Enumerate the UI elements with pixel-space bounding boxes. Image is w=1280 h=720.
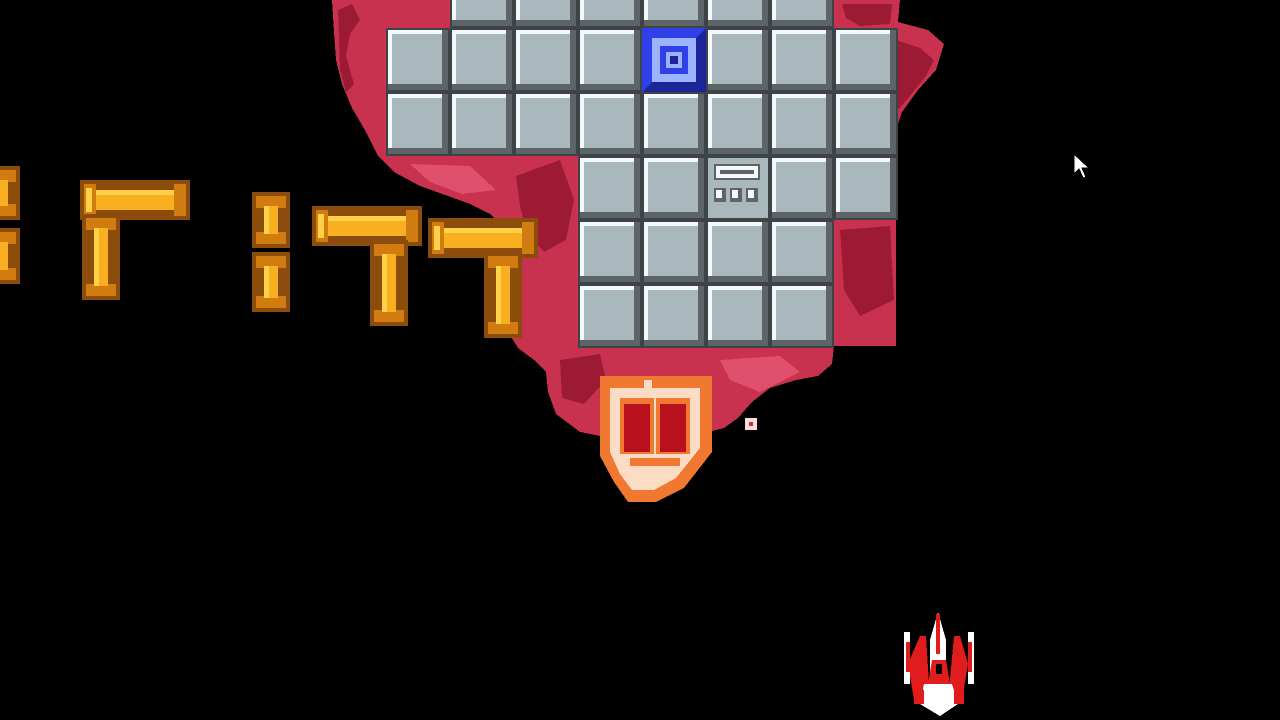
fortress-tile: [578, 0, 642, 28]
fortress-tile: [706, 28, 770, 92]
fortress-tile: [642, 0, 706, 28]
fortress-tile: [706, 220, 770, 284]
enemy-bullet-icon: [745, 418, 757, 430]
game-scene: [0, 0, 1280, 720]
fortress-tile: [578, 92, 642, 156]
fortress-tile: [770, 156, 834, 220]
fortress-tile: [834, 156, 898, 220]
ground-panel-icon: [708, 158, 768, 218]
fortress-tile: [578, 220, 642, 284]
fortress-tile: [450, 0, 514, 28]
fortress-tile: [450, 28, 514, 92]
fortress-tile: [770, 220, 834, 284]
fortress-tile: [642, 156, 706, 220]
game-screen[interactable]: [0, 0, 1280, 720]
fortress-tile: [578, 156, 642, 220]
fortress-tile: [706, 284, 770, 348]
fortress-tile: [514, 92, 578, 156]
fortress-tile: [578, 28, 642, 92]
fortress-tile: [450, 92, 514, 156]
fortress-tile: [386, 28, 450, 92]
fortress-tile: [386, 92, 450, 156]
gold-cross-enemy-icon[interactable]: [252, 192, 290, 312]
fortress-tile: [834, 28, 898, 92]
fortress-tile: [770, 28, 834, 92]
fortress-tile: [834, 92, 898, 156]
fortress-tile: [514, 0, 578, 28]
fortress-tile: [770, 284, 834, 348]
fortress-tile: [642, 92, 706, 156]
ground-core-target-icon[interactable]: [642, 28, 706, 92]
fortress-tile: [770, 0, 834, 28]
fortress-tile: [706, 92, 770, 156]
fortress-tile: [578, 284, 642, 348]
fortress-tile: [706, 0, 770, 28]
fortress-tile: [514, 28, 578, 92]
fortress-tile: [642, 220, 706, 284]
fortress-tile: [770, 92, 834, 156]
fortress-tile: [642, 284, 706, 348]
